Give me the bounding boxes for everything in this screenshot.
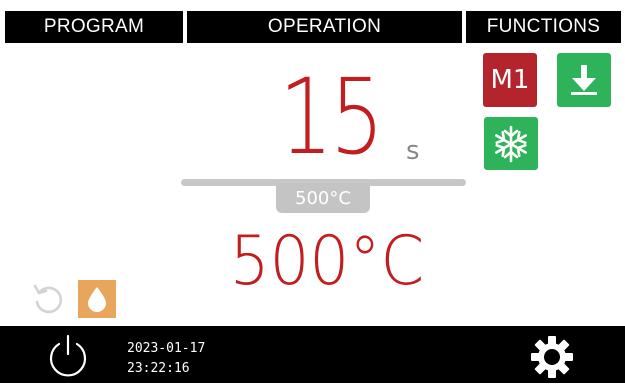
top-navigation-bar: PROGRAM OPERATION FUNCTIONS xyxy=(0,0,625,43)
water-drop-button[interactable] xyxy=(78,280,116,318)
time-unit: s xyxy=(406,136,420,166)
undo-button[interactable] xyxy=(30,281,66,317)
tab-program[interactable]: PROGRAM xyxy=(5,11,183,43)
snowflake-icon xyxy=(494,125,528,162)
undo-icon xyxy=(33,284,63,314)
time-value[interactable]: 15 xyxy=(277,62,384,172)
download-button[interactable] xyxy=(557,53,611,107)
settings-button[interactable] xyxy=(528,333,576,381)
actual-temperature-value[interactable]: 500°C xyxy=(221,222,433,302)
gear-icon xyxy=(531,336,573,378)
tab-functions[interactable]: FUNCTIONS xyxy=(466,11,621,43)
set-temperature-badge[interactable]: 500°C xyxy=(276,183,370,213)
water-drop-icon xyxy=(88,287,106,312)
power-button[interactable] xyxy=(44,332,92,380)
memory-m1-button[interactable]: M1 xyxy=(483,53,537,107)
tab-operation[interactable]: OPERATION xyxy=(187,11,462,43)
memory-m1-label: M1 xyxy=(490,65,530,95)
power-icon xyxy=(49,334,87,377)
download-arrow-icon xyxy=(571,65,597,95)
current-date: 2023-01-17 xyxy=(127,341,206,356)
cooling-button[interactable] xyxy=(484,117,538,170)
current-time: 23:22:16 xyxy=(127,361,190,376)
